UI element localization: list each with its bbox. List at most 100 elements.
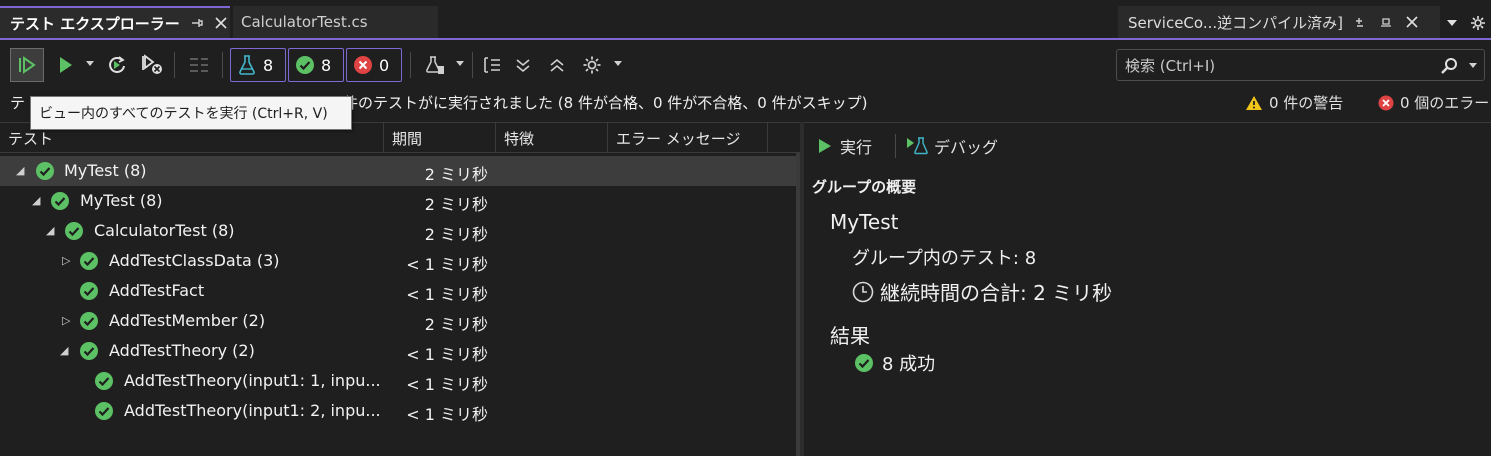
tab-calculator-test[interactable]: CalculatorTest.cs: [233, 6, 438, 38]
tree-row-name: CalculatorTest (8): [94, 221, 235, 240]
tree-row-name: AddTestTheory(input1: 2, inpu...: [124, 401, 381, 420]
tree-row-duration: 2 ミリ秒: [424, 195, 488, 214]
tree-row-addtesttheory-case-2[interactable]: AddTestTheory(input1: 2, inpu... < 1 ミリ秒: [0, 396, 800, 426]
debug-detail-button[interactable]: デバッグ: [906, 134, 998, 158]
passed-icon: [79, 251, 99, 271]
debug-flask-icon: [906, 136, 930, 156]
group-by-icon[interactable]: [478, 50, 506, 80]
tree-row-name: AddTestFact: [109, 281, 205, 300]
collapsed-arrow-icon[interactable]: ▷: [62, 254, 70, 267]
tree-row-duration: < 1 ミリ秒: [406, 405, 488, 424]
clock-icon: [852, 281, 874, 303]
collapsed-arrow-icon[interactable]: ▷: [62, 314, 70, 327]
preview-icon[interactable]: [1379, 15, 1393, 29]
passed-summary-row: 8 成功: [854, 350, 935, 376]
tab-title: ServiceCo...逆コンパイル済み]: [1128, 13, 1343, 32]
tree-row-addtestmember[interactable]: ▷ AddTestMember (2) 2 ミリ秒: [0, 306, 800, 336]
tree-row-duration: 2 ミリ秒: [424, 165, 488, 184]
tree-row-duration: < 1 ミリ秒: [406, 375, 488, 394]
expand-all-icon[interactable]: [510, 50, 536, 80]
warnings-indicator[interactable]: 0 件の警告: [1245, 92, 1343, 113]
tab-title: テスト エクスプローラー: [10, 14, 180, 33]
tree-row-addtesttheory[interactable]: ◢ AddTestTheory (2) < 1 ミリ秒: [0, 336, 800, 366]
run-label: 実行: [840, 138, 873, 157]
tab-decompiled[interactable]: ServiceCo...逆コンパイル済み]: [1118, 6, 1440, 38]
run-button[interactable]: [52, 50, 78, 80]
tree-row-duration: < 1 ミリ秒: [406, 255, 488, 274]
warnings-text: 0 件の警告: [1269, 94, 1344, 112]
tab-title: CalculatorTest.cs: [241, 13, 368, 31]
passed-icon: [35, 161, 55, 181]
passed-icon: [79, 281, 99, 301]
passed-icon: [79, 311, 99, 331]
tree-row-addtestclassdata[interactable]: ▷ AddTestClassData (3) < 1 ミリ秒: [0, 246, 800, 276]
search-placeholder: 検索 (Ctrl+I): [1125, 56, 1216, 75]
warning-icon: [1245, 95, 1263, 111]
tree-row-name: AddTestClassData (3): [109, 251, 280, 270]
search-icon[interactable]: [1440, 57, 1458, 75]
tree-row-mytest-root[interactable]: ◢ MyTest (8) 2 ミリ秒: [0, 156, 800, 186]
expanded-arrow-icon[interactable]: ◢: [16, 164, 24, 177]
settings-gear-icon[interactable]: [578, 50, 606, 80]
toolbar-separator: [472, 52, 473, 78]
cancel-run-icon[interactable]: [138, 50, 166, 80]
tab-overflow-icon[interactable]: [1446, 18, 1458, 28]
total-count: 8: [263, 55, 274, 75]
tree-row-addtesttheory-case-1[interactable]: AddTestTheory(input1: 1, inpu... < 1 ミリ秒: [0, 366, 800, 396]
column-header-duration[interactable]: 期間: [384, 123, 496, 153]
collapse-all-icon[interactable]: [544, 50, 570, 80]
close-icon[interactable]: [1405, 15, 1419, 29]
tree-row-name: AddTestTheory (2): [109, 341, 255, 360]
close-icon[interactable]: [214, 16, 228, 30]
passed-icon: [854, 353, 874, 373]
failed-tests-filter[interactable]: 0: [346, 48, 402, 82]
gear-icon[interactable]: [1470, 15, 1486, 31]
tree-row-duration: < 1 ミリ秒: [406, 285, 488, 304]
passed-icon: [50, 191, 70, 211]
errors-indicator[interactable]: 0 個のエラー: [1378, 92, 1489, 113]
live-unit-test-icon[interactable]: [184, 50, 214, 80]
column-header-error-message[interactable]: エラー メッセージ: [608, 123, 768, 153]
passed-icon: [79, 341, 99, 361]
tab-test-explorer[interactable]: テスト エクスプローラー: [0, 6, 230, 38]
settings-dropdown-icon[interactable]: [612, 56, 624, 72]
playlist-dropdown-icon[interactable]: [454, 56, 466, 72]
passed-count: 8: [321, 55, 332, 75]
pin-icon[interactable]: [1353, 15, 1367, 29]
tree-row-name: AddTestTheory(input1: 1, inpu...: [124, 371, 381, 390]
playlist-icon[interactable]: [420, 50, 450, 80]
tree-row-mytest[interactable]: ◢ MyTest (8) 2 ミリ秒: [0, 186, 800, 216]
total-tests-filter[interactable]: 8: [230, 48, 286, 82]
passed-tests-filter[interactable]: 8: [288, 48, 344, 82]
errors-text: 0 個のエラー: [1400, 94, 1490, 112]
debug-label: デバッグ: [934, 138, 999, 157]
tree-row-duration: < 1 ミリ秒: [406, 345, 488, 364]
tree-row-calculatortest[interactable]: ◢ CalculatorTest (8) 2 ミリ秒: [0, 216, 800, 246]
tree-row-name: MyTest (8): [64, 161, 147, 180]
tree-row-duration: 2 ミリ秒: [424, 225, 488, 244]
tree-row-name: MyTest (8): [80, 191, 163, 210]
toolbar-separator: [174, 52, 175, 78]
repeat-run-icon[interactable]: [104, 50, 130, 80]
pin-icon[interactable]: [190, 16, 204, 30]
results-heading: 結果: [830, 324, 870, 348]
run-all-button[interactable]: [10, 48, 44, 82]
tests-in-group: グループ内のテスト: 8: [852, 248, 1037, 269]
run-dropdown-icon[interactable]: [84, 56, 96, 72]
search-input[interactable]: 検索 (Ctrl+I): [1116, 49, 1485, 81]
search-dropdown-icon[interactable]: [1468, 62, 1478, 70]
run-summary-prefix: テ: [10, 94, 26, 112]
passed-icon: [64, 221, 84, 241]
tooltip-text: ビュー内のすべてのテストを実行 (Ctrl+R, V): [39, 106, 328, 122]
expanded-arrow-icon[interactable]: ◢: [60, 344, 68, 357]
run-summary-text: 件のテストがに実行されました (8 件が合格、0 件が不合格、0 件がスキップ): [343, 94, 868, 112]
toolbar-separator: [222, 52, 223, 78]
expanded-arrow-icon[interactable]: ◢: [46, 224, 54, 237]
tree-row-addtestfact[interactable]: AddTestFact < 1 ミリ秒: [0, 276, 800, 306]
group-summary-heading: グループの概要: [812, 178, 917, 196]
total-duration-row: 継続時間の合計: 2 ミリ秒: [852, 277, 1112, 306]
column-header-traits[interactable]: 特徴: [496, 123, 608, 153]
run-detail-button[interactable]: 実行: [818, 134, 872, 158]
expanded-arrow-icon[interactable]: ◢: [32, 194, 40, 207]
passed-icon: [295, 55, 315, 75]
